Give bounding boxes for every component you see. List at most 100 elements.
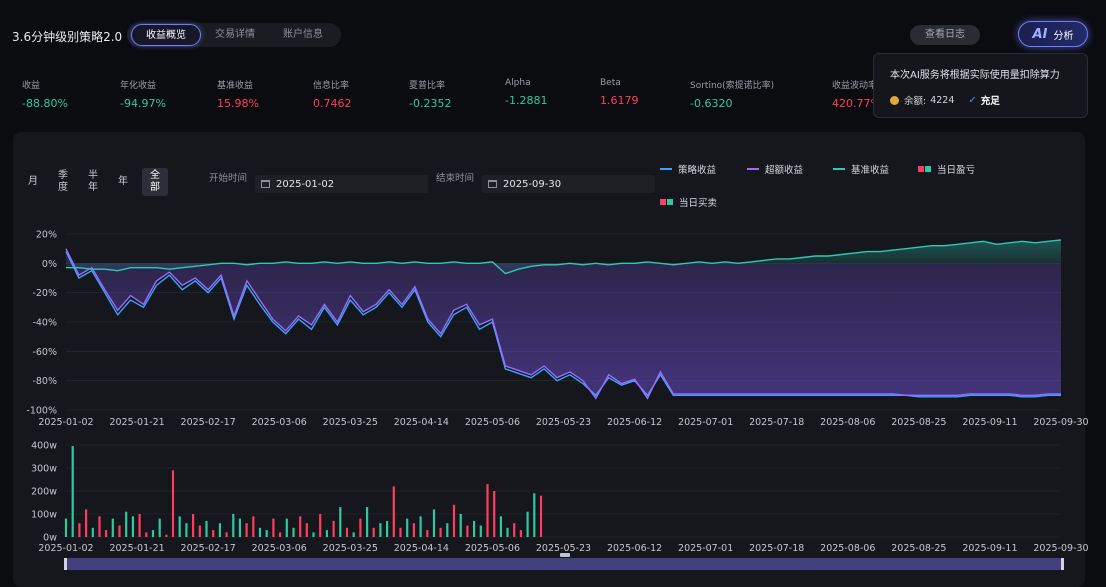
volume-bar <box>419 516 422 537</box>
slider-handle-right <box>1061 558 1064 570</box>
x-tick-label: 2025-08-06 <box>820 417 875 428</box>
volume-bar <box>452 504 456 537</box>
slider-track <box>66 558 1061 570</box>
x-tick-label: 2025-02-17 <box>181 543 236 554</box>
y-tick-label: 20% <box>36 230 57 241</box>
volume-bar <box>299 516 302 537</box>
volume-bar <box>238 518 241 537</box>
volume-bar <box>279 532 282 537</box>
volume-bar <box>406 518 409 537</box>
volume-bar <box>185 523 188 537</box>
volume-bar <box>345 527 349 537</box>
volume-bar <box>131 516 134 537</box>
y-tick-label: -20% <box>32 288 57 299</box>
y-tick-label: 0w <box>43 533 57 544</box>
y-tick-label: 300w <box>31 464 57 475</box>
volume-bar <box>499 516 502 537</box>
volume-bar <box>366 507 369 537</box>
x-tick-label: 2025-03-25 <box>323 543 378 554</box>
volume-bar <box>506 527 509 537</box>
volume-bar <box>145 532 148 537</box>
x-tick-label: 2025-03-25 <box>323 417 378 428</box>
excess-area <box>66 248 1061 399</box>
volume-bar <box>105 530 108 537</box>
volume-bar <box>178 516 181 537</box>
volume-bar <box>285 518 288 537</box>
balance-value: 4224 <box>930 94 955 106</box>
volume-bar <box>432 509 436 537</box>
volume-bar <box>412 523 415 537</box>
volume-bar <box>252 516 255 537</box>
volume-bar <box>372 527 375 537</box>
y-tick-label: 200w <box>31 487 57 498</box>
x-tick-label: 2025-07-01 <box>678 417 733 428</box>
volume-bar <box>165 534 168 537</box>
volume-bar <box>71 446 74 537</box>
x-tick-label: 2025-01-21 <box>109 543 164 554</box>
x-tick-label: 2025-09-30 <box>1033 543 1088 554</box>
y-tick-label: -40% <box>32 318 57 329</box>
volume-bar <box>352 532 355 537</box>
x-tick-label: 2025-01-21 <box>109 417 164 428</box>
volume-bar <box>138 514 141 537</box>
x-tick-label: 2025-05-23 <box>536 543 591 554</box>
volume-bar <box>198 525 201 537</box>
volume-bar <box>319 514 322 537</box>
volume-bar <box>232 514 235 537</box>
volume-bar <box>526 511 529 537</box>
volume-bar <box>459 514 462 537</box>
volume-bar <box>212 530 215 537</box>
volume-bar <box>151 530 155 537</box>
ai-usage-popup: 本次AI服务将根据实际使用量扣除算力 余额: 4224 ✓ 充足 <box>873 53 1088 118</box>
volume-bar <box>379 523 382 537</box>
y-tick-label: 0% <box>42 259 57 270</box>
zoom-slider[interactable] <box>64 553 1064 570</box>
x-tick-label: 2025-05-06 <box>465 417 520 428</box>
volume-bar <box>265 530 268 537</box>
volume-bar <box>111 518 114 537</box>
x-tick-label: 2025-08-25 <box>891 417 946 428</box>
balance-label: 余额: <box>904 96 927 107</box>
volume-bar <box>426 530 429 537</box>
x-tick-label: 2025-02-17 <box>181 417 236 428</box>
volume-bar <box>258 527 262 537</box>
volume-bar <box>473 520 476 537</box>
volume-bar <box>305 523 308 537</box>
volume-bar <box>486 484 489 537</box>
volume-bar <box>158 518 161 537</box>
x-tick-label: 2025-07-18 <box>749 417 804 428</box>
x-tick-label: 2025-01-02 <box>38 543 93 554</box>
volume-bar <box>513 523 516 537</box>
x-tick-label: 2025-04-14 <box>394 417 449 428</box>
volume-bar <box>64 518 68 537</box>
volume-bar <box>272 518 275 537</box>
volume-bar <box>533 493 536 537</box>
x-tick-label: 2025-07-18 <box>749 543 804 554</box>
x-tick-label: 2025-04-14 <box>394 543 449 554</box>
volume-bar <box>85 509 88 537</box>
volume-bar <box>446 523 449 537</box>
x-tick-label: 2025-06-12 <box>607 417 662 428</box>
volume-bar <box>292 527 295 537</box>
volume-bar <box>91 527 94 537</box>
x-tick-label: 2025-08-25 <box>891 543 946 554</box>
y-tick-label: 400w <box>31 441 57 452</box>
volume-bar <box>98 516 101 537</box>
x-tick-label: 2025-09-11 <box>962 543 1017 554</box>
volume-bar <box>125 511 128 537</box>
x-tick-label: 2025-05-06 <box>465 543 520 554</box>
volume-bar <box>519 530 522 537</box>
x-tick-label: 2025-03-06 <box>252 543 307 554</box>
volume-bar <box>392 486 395 537</box>
x-tick-label: 2025-09-11 <box>962 417 1017 428</box>
popup-message: 本次AI服务将根据实际使用量扣除算力 <box>890 70 1060 81</box>
check-icon: ✓ <box>968 94 977 106</box>
volume-bar <box>312 532 315 537</box>
volume-bar <box>78 523 81 537</box>
volume-bar <box>205 520 208 537</box>
x-tick-label: 2025-03-06 <box>252 417 307 428</box>
slider-grip <box>560 553 570 557</box>
volume-bar <box>359 518 362 537</box>
slider-handle-left <box>64 558 67 570</box>
x-tick-label: 2025-06-12 <box>607 543 662 554</box>
